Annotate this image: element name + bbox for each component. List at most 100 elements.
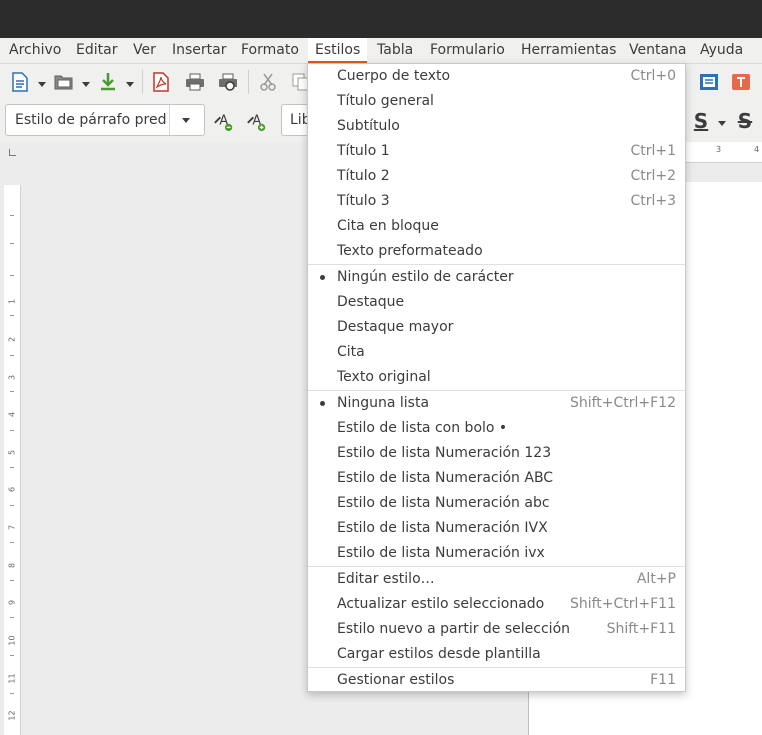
export-pdf-icon[interactable] xyxy=(150,71,172,93)
radio-bullet-icon xyxy=(320,401,325,406)
new-style-icon[interactable]: A xyxy=(246,110,268,132)
underline-s-icon[interactable]: S xyxy=(690,109,712,133)
menu-item[interactable]: Estilo de lista Numeración ivx xyxy=(308,541,685,566)
paragraph-style-combobox[interactable]: Estilo de párrafo pred xyxy=(5,104,205,136)
menu-ayuda[interactable]: Ayuda xyxy=(700,38,743,63)
menu-item[interactable]: Estilo de lista Numeración ABC xyxy=(308,466,685,491)
insert-frame-icon[interactable] xyxy=(698,71,720,93)
ruler-number: 6 xyxy=(7,486,17,493)
menu-formato[interactable]: Formato xyxy=(241,38,299,63)
chevron-down-icon[interactable] xyxy=(82,82,90,87)
menu-item-label: Título 3 xyxy=(337,193,390,209)
menu-item[interactable]: Cuerpo de texto Ctrl+0 xyxy=(308,64,685,89)
open-folder-icon[interactable] xyxy=(53,71,75,93)
menu-item-label: Estilo de lista Numeración IVX xyxy=(337,520,548,536)
menu-item-label: Destaque xyxy=(337,294,405,310)
menu-archivo[interactable]: Archivo xyxy=(9,38,61,63)
chevron-down-icon[interactable] xyxy=(126,82,134,87)
ruler-number: 3 xyxy=(7,374,17,381)
vertical-ruler: 1 2 3 4 5 6 7 8 9 10 11 12 xyxy=(4,185,21,735)
menu-item[interactable]: Título 1 Ctrl+1 xyxy=(308,139,685,164)
chevron-down-icon[interactable] xyxy=(38,82,46,87)
cut-icon[interactable] xyxy=(257,71,279,93)
menu-ver[interactable]: Ver xyxy=(133,38,156,63)
menu-item-shortcut: Ctrl+2 xyxy=(630,168,676,184)
menu-item[interactable]: Cita xyxy=(308,340,685,365)
ruler-number: 5 xyxy=(7,449,17,456)
menu-estilos[interactable]: Estilos xyxy=(308,38,368,63)
menu-item[interactable]: Ningún estilo de carácter xyxy=(308,265,685,290)
paragraph-style-value[interactable]: Estilo de párrafo pred xyxy=(15,105,167,135)
ruler-tick xyxy=(10,655,14,656)
menu-item-label: Estilo nuevo a partir de selección xyxy=(337,621,571,637)
ruler-tick xyxy=(10,275,14,276)
menu-editar[interactable]: Editar xyxy=(76,38,117,63)
menu-item[interactable]: Cita en bloque xyxy=(308,214,685,239)
print-preview-icon[interactable] xyxy=(217,71,239,93)
toolbar-separator xyxy=(142,70,143,94)
menu-item-label: Ningún estilo de carácter xyxy=(337,269,514,285)
menu-item-label: Cuerpo de texto xyxy=(337,68,451,84)
ruler-tick xyxy=(10,215,14,216)
menu-ventana[interactable]: Ventana xyxy=(629,38,687,63)
menu-item-label: Estilo de lista con bolo • xyxy=(337,420,508,436)
strikethrough-icon[interactable]: S xyxy=(734,109,756,133)
textbox-icon[interactable] xyxy=(730,71,752,93)
menu-item-label: Título general xyxy=(337,93,434,109)
chevron-down-icon[interactable] xyxy=(718,121,726,126)
menu-item[interactable]: Editar estilo… Alt+P xyxy=(308,567,685,592)
menu-item-label: Editar estilo… xyxy=(337,571,435,587)
ruler-number: 8 xyxy=(7,562,17,569)
print-icon[interactable] xyxy=(184,71,206,93)
save-icon[interactable] xyxy=(97,71,119,93)
menu-item-shortcut: Alt+P xyxy=(636,571,676,587)
ruler-tick xyxy=(10,693,14,694)
menu-item-label: Subtítulo xyxy=(337,118,400,134)
menu-item[interactable]: Texto preformateado xyxy=(308,239,685,264)
ruler-number: 9 xyxy=(7,599,17,606)
menu-item[interactable]: Estilo de lista Numeración IVX xyxy=(308,516,685,541)
ruler-number: 4 xyxy=(754,145,760,154)
menu-item[interactable]: Destaque xyxy=(308,290,685,315)
ruler-tick xyxy=(10,430,14,431)
menu-item[interactable]: Actualizar estilo seleccionado Shift+Ctrl… xyxy=(308,592,685,617)
menu-item[interactable]: Título 3 Ctrl+3 xyxy=(308,189,685,214)
menu-item-label: Actualizar estilo seleccionado xyxy=(337,596,545,612)
menu-item-label: Gestionar estilos xyxy=(337,672,455,688)
menu-item[interactable]: Estilo de lista Numeración abc xyxy=(308,491,685,516)
menu-formulario[interactable]: Formulario xyxy=(430,38,505,63)
menu-item[interactable]: Texto original xyxy=(308,365,685,390)
menu-item[interactable]: Cargar estilos desde plantilla xyxy=(308,642,685,667)
menu-item[interactable]: Destaque mayor xyxy=(308,315,685,340)
menu-item-shortcut: F11 xyxy=(650,672,676,688)
menu-item-shortcut: Shift+F11 xyxy=(606,621,676,637)
ruler-number: 7 xyxy=(7,524,17,531)
menu-item[interactable]: Gestionar estilos F11 xyxy=(308,668,685,693)
paragraph-style-dropdown-button[interactable] xyxy=(169,105,204,135)
menu-item[interactable]: Ninguna lista Shift+Ctrl+F12 xyxy=(308,391,685,416)
window-titlebar xyxy=(0,0,762,38)
menu-item[interactable]: Estilo nuevo a partir de selección Shift+… xyxy=(308,617,685,642)
menu-item[interactable]: Estilo de lista con bolo • xyxy=(308,416,685,441)
toolbar-separator xyxy=(248,70,249,94)
ruler-tick xyxy=(10,505,14,506)
menu-item-shortcut: Ctrl+3 xyxy=(630,193,676,209)
menu-herramientas[interactable]: Herramientas xyxy=(521,38,616,63)
menu-item-label: Ninguna lista xyxy=(337,395,430,411)
menu-insertar[interactable]: Insertar xyxy=(172,38,227,63)
menu-item[interactable]: Estilo de lista Numeración 123 xyxy=(308,441,685,466)
menu-tabla[interactable]: Tabla xyxy=(377,38,413,63)
ruler-tick xyxy=(10,243,14,244)
menu-item[interactable]: Subtítulo xyxy=(308,114,685,139)
ruler-number: 4 xyxy=(7,411,17,418)
menu-item[interactable]: Título 2 Ctrl+2 xyxy=(308,164,685,189)
menu-item-label: Estilo de lista Numeración ABC xyxy=(337,470,554,486)
menu-item[interactable]: Título general xyxy=(308,89,685,114)
menu-item-shortcut: Shift+Ctrl+F12 xyxy=(569,395,676,411)
ruler-number: 12 xyxy=(7,710,17,721)
ruler-number: 2 xyxy=(7,336,17,343)
update-style-icon[interactable]: A xyxy=(213,110,235,132)
new-document-icon[interactable] xyxy=(9,71,31,93)
menu-item-label: Texto preformateado xyxy=(337,243,483,259)
menu-item-shortcut: Ctrl+1 xyxy=(630,143,676,159)
